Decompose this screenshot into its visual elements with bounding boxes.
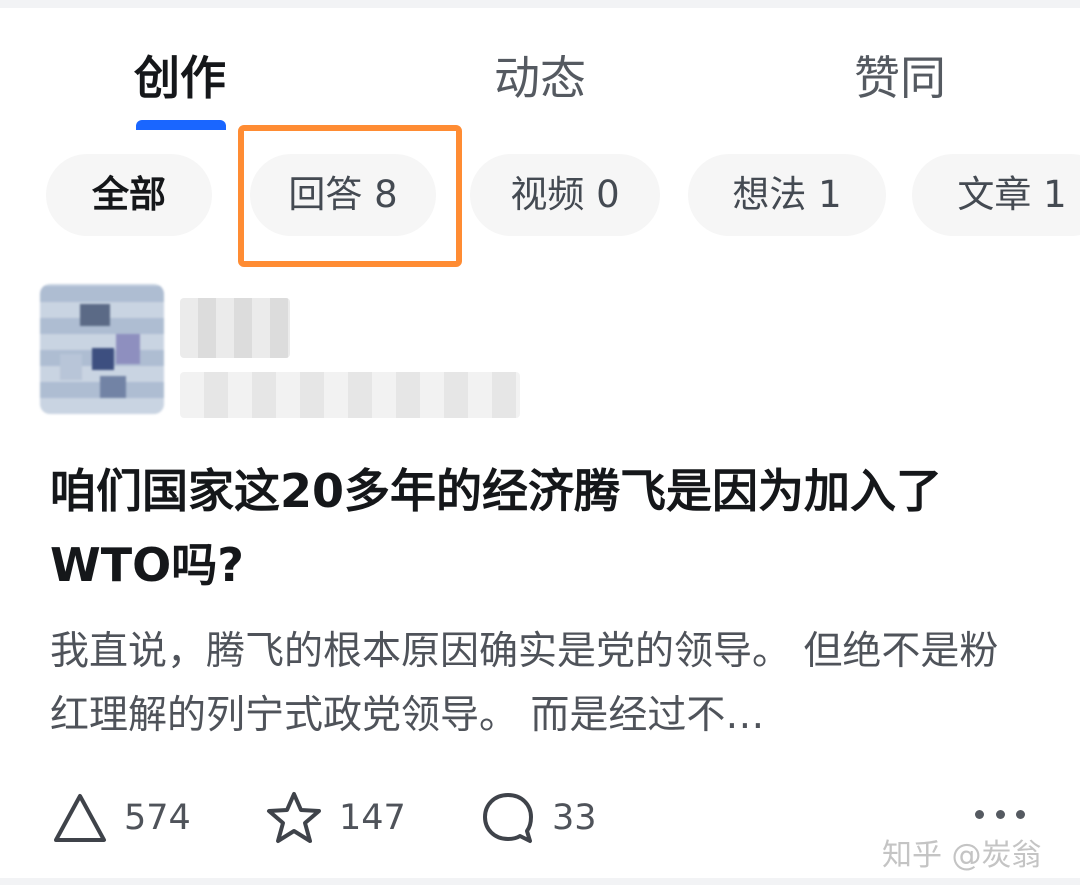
tab-activity[interactable]: 动态 [440, 46, 640, 110]
comment-count: 33 [552, 798, 597, 838]
question-title[interactable]: 咱们国家这20多年的经济腾飞是因为加入了WTO吗? [50, 454, 1040, 602]
filter-answers[interactable]: 回答 8 [250, 154, 436, 236]
author-meta-blurred [180, 372, 520, 418]
answer-excerpt[interactable]: 我直说，腾飞的根本原因确实是党的领导。 但绝不是粉红理解的列宁式政党领导。 而是… [50, 620, 1020, 748]
upvote-triangle-icon [54, 794, 106, 842]
star-icon [267, 792, 321, 843]
filter-thoughts[interactable]: 想法 1 [688, 154, 886, 236]
favorite-count: 147 [339, 798, 406, 838]
upvote-count: 574 [124, 798, 191, 838]
favorite-button[interactable]: 147 [265, 788, 406, 848]
active-tab-indicator [136, 120, 226, 130]
profile-content-card: 创作 动态 赞同 全部 回答 8 视频 0 想法 1 文章 1 咱们国家这20多… [0, 8, 1080, 878]
author-name-blurred [180, 298, 290, 358]
watermark: 知乎 @炭翁 [882, 838, 1042, 873]
tab-creation[interactable]: 创作 [80, 46, 280, 110]
comment-bubble-icon [483, 793, 533, 843]
filter-videos[interactable]: 视频 0 [470, 154, 660, 236]
filter-articles[interactable]: 文章 1 [912, 154, 1080, 236]
comment-button[interactable]: 33 [480, 788, 597, 848]
top-tab-bar: 创作 动态 赞同 [0, 8, 1080, 138]
filter-all[interactable]: 全部 [46, 154, 212, 236]
avatar[interactable] [40, 284, 164, 414]
more-dots-icon[interactable] [975, 804, 1025, 824]
tab-upvoted[interactable]: 赞同 [800, 46, 1000, 110]
upvote-button[interactable]: 574 [52, 788, 191, 848]
